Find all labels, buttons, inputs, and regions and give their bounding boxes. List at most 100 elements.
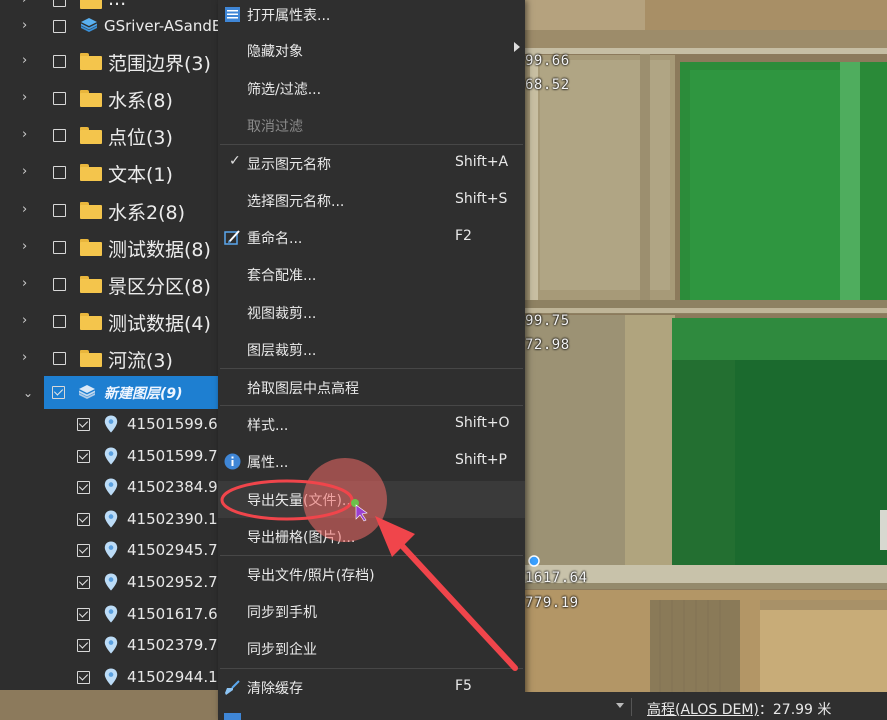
menu-item-icon [224, 713, 241, 720]
layer-checkbox[interactable] [53, 166, 66, 179]
menu-item-shortcut: Shift+S [455, 191, 508, 207]
menu-item-pick-elevation[interactable]: 拾取图层中点高程 [218, 369, 525, 406]
expand-arrow-icon[interactable]: › [22, 19, 34, 32]
menu-item-show-feature-names[interactable]: ✓ 显示图元名称 Shift+A [218, 145, 525, 182]
layer-checkbox[interactable] [53, 0, 66, 7]
menu-item-filter[interactable]: 筛选/过滤... [218, 70, 525, 107]
menu-item-export-raster[interactable]: 导出栅格(图片)... [218, 518, 525, 555]
layer-row[interactable]: › 水系(8) [0, 80, 218, 117]
menu-item-shortcut: Shift+A [455, 154, 509, 170]
point-row[interactable]: 41501599.75 [0, 440, 218, 472]
point-checkbox[interactable] [77, 670, 90, 684]
point-checkbox[interactable] [77, 512, 90, 526]
expand-arrow-icon[interactable]: › [22, 54, 34, 67]
point-checkbox[interactable] [77, 544, 90, 558]
folder-icon [80, 202, 102, 219]
expand-arrow-icon[interactable]: › [22, 0, 34, 6]
divider [631, 698, 632, 716]
layer-checkbox[interactable] [53, 278, 66, 291]
menu-item-label: 取消过滤 [247, 119, 303, 135]
info-icon [224, 453, 241, 470]
layer-row[interactable]: › 测试数据(8) [0, 229, 218, 266]
menu-item-label: 显示图元名称 [247, 157, 331, 173]
layer-row[interactable]: › 景区分区(8) [0, 266, 218, 303]
layer-checkbox[interactable] [53, 241, 66, 254]
map-pin-icon [104, 636, 118, 654]
layer-checkbox[interactable] [53, 204, 66, 217]
expand-arrow-icon[interactable]: › [22, 314, 34, 327]
menu-item-sync-phone[interactable]: 同步到手机 [218, 593, 525, 630]
menu-item-hide-objects[interactable]: 隐藏对象 [218, 32, 525, 69]
layer-checkbox[interactable] [53, 315, 66, 328]
point-row[interactable]: 41501599.66 [0, 408, 218, 440]
layer-row[interactable]: › 测试数据(4) [0, 303, 218, 340]
dropdown-arrow-icon[interactable] [616, 703, 624, 708]
menu-item-layer-clip[interactable]: 图层裁剪... [218, 331, 525, 368]
layer-row[interactable]: › 水系2(8) [0, 192, 218, 229]
menu-item-export-vector[interactable]: 导出矢量(文件)... [218, 481, 525, 518]
point-row[interactable]: 41502384.91 [0, 471, 218, 503]
layers-icon [79, 385, 95, 399]
point-row[interactable]: 41502944.12 [0, 661, 218, 690]
menu-item-label: 筛选/过滤... [247, 82, 322, 98]
point-checkbox[interactable] [77, 576, 90, 589]
expand-arrow-icon[interactable]: › [22, 203, 34, 216]
point-row[interactable]: 41501617.64 [0, 598, 218, 630]
layers-icon [81, 18, 97, 32]
layer-label: 水系(8) [108, 90, 173, 112]
menu-item-export-archive[interactable]: 导出文件/照片(存档) [218, 556, 525, 593]
collapse-arrow-icon[interactable]: ⌄ [23, 386, 33, 400]
point-checkbox[interactable] [77, 607, 90, 621]
menu-item-clear-cache[interactable]: 清除缓存 F5 [218, 669, 525, 706]
menu-item-style[interactable]: 样式... Shift+O [218, 406, 525, 443]
menu-item-open-attribute-table[interactable]: 打开属性表... [218, 0, 525, 33]
layer-row[interactable]: › 文本(1) [0, 154, 218, 191]
layer-checkbox[interactable] [53, 129, 66, 142]
layer-row[interactable]: › GSriver-ASandE [0, 8, 218, 45]
map-pin-icon [104, 668, 118, 686]
point-row[interactable]: 41502952.71 [0, 566, 218, 598]
menu-item-sync-enterprise[interactable]: 同步到企业 [218, 630, 525, 667]
map-pin-icon [104, 541, 118, 559]
menu-item-rename[interactable]: 重命名... F2 [218, 219, 525, 256]
menu-item-view-clip[interactable]: 视图裁剪... [218, 294, 525, 331]
map-pin-icon [104, 605, 118, 623]
layer-checkbox[interactable] [52, 386, 65, 399]
map-label: 1617.64 [525, 570, 588, 586]
menu-item-georeference[interactable]: 套合配准... [218, 256, 525, 293]
expand-arrow-icon[interactable]: › [22, 351, 34, 364]
expand-arrow-icon[interactable]: › [22, 277, 34, 290]
layer-checkbox[interactable] [53, 92, 66, 105]
point-row[interactable]: 41502379.7 · [0, 629, 218, 661]
map-pin-icon [104, 478, 118, 496]
point-checkbox[interactable] [77, 418, 90, 431]
expand-arrow-icon[interactable]: › [22, 240, 34, 253]
layer-panel: › ... › GSriver-ASandE › 范围边界(3) › 水系(8)… [0, 0, 218, 690]
folder-icon [80, 313, 102, 330]
point-row[interactable]: 41502390.14 [0, 503, 218, 535]
layer-checkbox[interactable] [53, 55, 66, 68]
layer-row[interactable]: › 范围边界(3) [0, 43, 218, 80]
layer-row-selected[interactable]: 新建图层(9) [44, 376, 218, 409]
layer-row[interactable]: › 河流(3) [0, 340, 218, 377]
expand-arrow-icon[interactable]: › [22, 91, 34, 104]
layer-row[interactable]: › 点位(3) [0, 117, 218, 154]
layer-label: 文本(1) [108, 164, 173, 186]
menu-item-shortcut: F2 [455, 228, 472, 244]
expand-arrow-icon[interactable]: › [22, 128, 34, 141]
layer-checkbox[interactable] [53, 352, 66, 365]
menu-item-properties[interactable]: 属性... Shift+P [218, 443, 525, 480]
broom-icon [225, 680, 240, 695]
point-label: 41502952.71 [127, 573, 218, 591]
layer-checkbox[interactable] [53, 20, 66, 33]
point-checkbox[interactable] [77, 481, 90, 495]
expand-arrow-icon[interactable]: › [22, 165, 34, 178]
point-row[interactable]: 41502945.74 [0, 534, 218, 566]
elevation-source-link[interactable]: 高程(ALOS DEM) [647, 702, 759, 718]
checkmark-icon: ✓ [229, 153, 241, 169]
folder-icon [80, 53, 102, 70]
point-checkbox[interactable] [77, 449, 90, 463]
point-checkbox[interactable] [77, 639, 90, 653]
menu-item-select-feature-name[interactable]: 选择图元名称... Shift+S [218, 182, 525, 219]
menu-item-label: 套合配准... [247, 268, 317, 284]
